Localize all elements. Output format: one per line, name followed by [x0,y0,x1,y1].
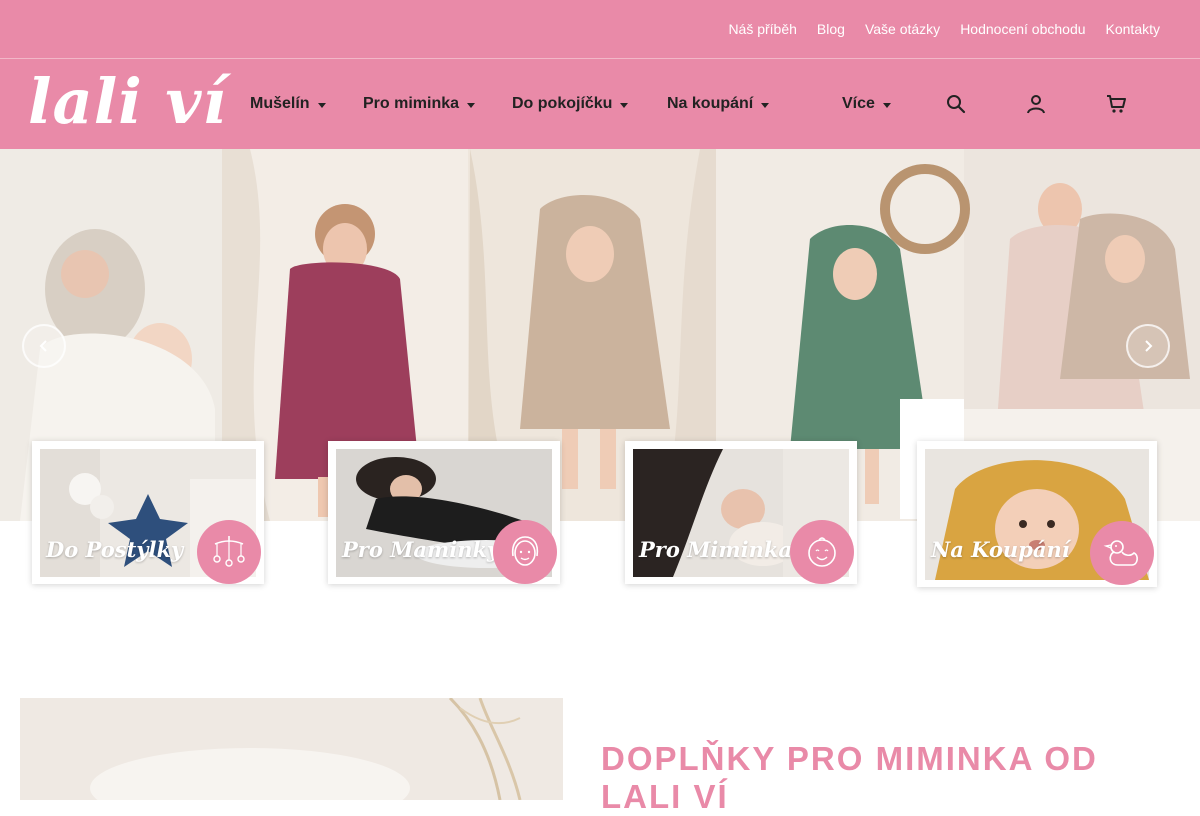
nav-item-na-koupani[interactable]: Na koupání [667,95,770,113]
baby-face-icon [790,520,854,584]
slider-prev-button[interactable] [22,324,66,368]
nav-item-vice[interactable]: Více [842,95,891,113]
category-card-do-postylky[interactable]: Do Postýlky [32,441,264,584]
nav-item-pro-miminka[interactable]: Pro miminka [363,95,476,113]
top-links: Náš příběh Blog Vaše otázky Hodnocení ob… [728,0,1160,58]
logo[interactable]: lali ví [28,69,228,139]
cart-icon[interactable] [1106,94,1126,114]
category-title: Na Koupání [931,537,1070,562]
nav-item-do-pokojicku[interactable]: Do pokojíčku [512,95,629,113]
nav-label: Na koupání [667,95,754,112]
link-nas-pribeh[interactable]: Náš příběh [728,21,796,37]
link-hodnoceni-obchodu[interactable]: Hodnocení obchodu [960,21,1085,37]
user-icon[interactable] [1026,94,1046,114]
nav-label: Pro miminka [363,95,460,112]
category-card-pro-maminky[interactable]: Pro Maminky [328,441,560,584]
chevron-down-icon [620,103,629,108]
nav-label: Více [842,95,875,112]
chevron-down-icon [467,103,476,108]
link-vase-otazky[interactable]: Vaše otázky [865,21,940,37]
search-icon[interactable] [946,94,966,114]
slider-next-button[interactable] [1126,324,1170,368]
woman-face-icon [493,520,557,584]
chevron-left-icon [39,340,47,352]
chevron-down-icon [882,103,891,108]
category-card-pro-miminka[interactable]: Pro Miminka [625,441,857,584]
category-title: Pro Miminka [639,537,793,562]
main-header: lali ví Mušelín Pro miminka Do pokojíčku… [0,59,1200,149]
category-title: Do Postýlky [46,537,184,562]
link-blog[interactable]: Blog [817,21,845,37]
chevron-down-icon [761,103,770,108]
nav-label: Do pokojíčku [512,95,613,112]
nav-item-muselin[interactable]: Mušelín [250,95,326,113]
baby-mobile-icon [197,520,261,584]
about-image [20,698,563,800]
section-title: DOPLŇKY PRO MIMINKA OD LALI VÍ [601,740,1098,815]
rubber-duck-icon [1090,521,1154,585]
nav-label: Mušelín [250,95,310,112]
chevron-right-icon [1145,340,1153,352]
link-kontakty[interactable]: Kontakty [1106,21,1160,37]
category-title: Pro Maminky [342,537,500,562]
category-card-na-koupani[interactable]: Na Koupání [917,441,1157,587]
chevron-down-icon [317,103,326,108]
top-bar: Náš příběh Blog Vaše otázky Hodnocení ob… [0,0,1200,59]
